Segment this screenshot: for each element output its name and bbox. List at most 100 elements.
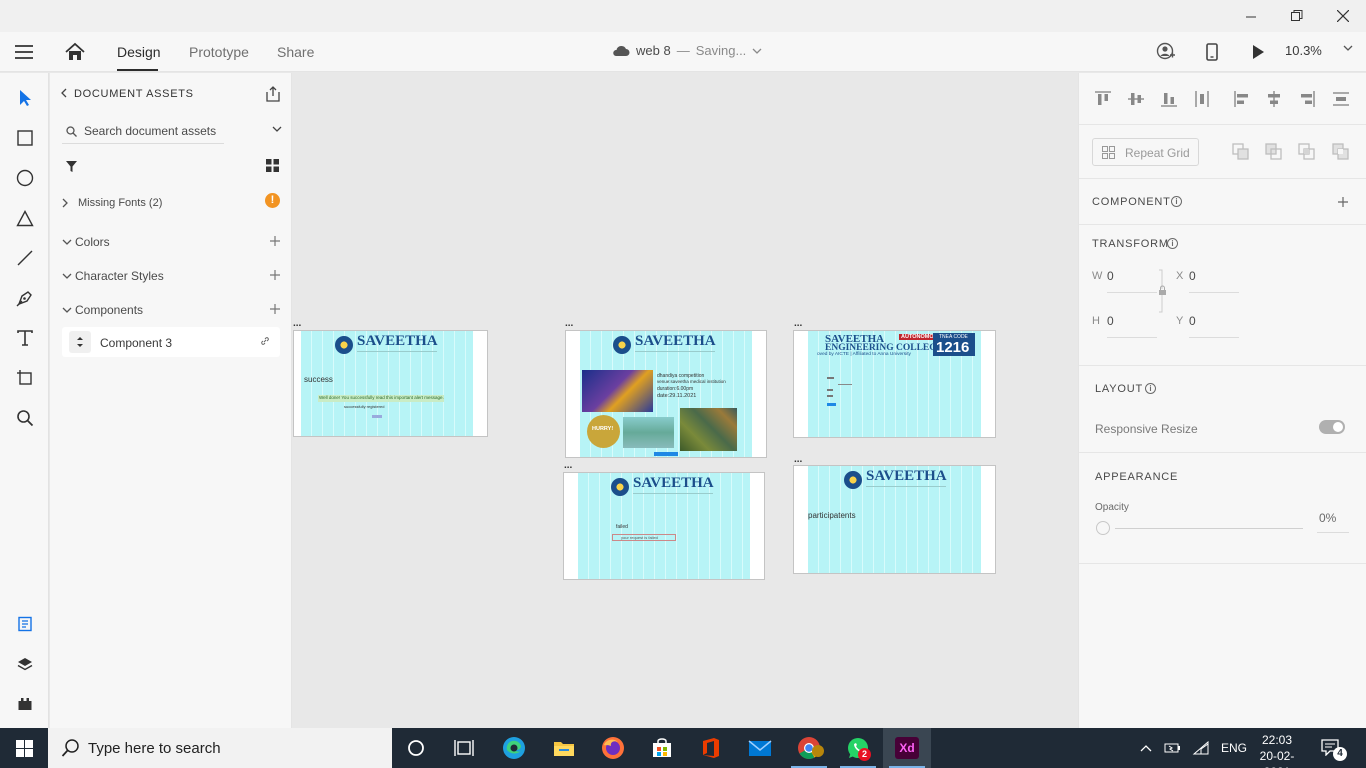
y-field[interactable]: 0 [1189,314,1196,328]
system-clock[interactable]: 22:03 20-02-2021 [1247,732,1307,768]
align-middle-icon[interactable] [1127,90,1145,108]
zoom-chevron-icon[interactable] [1343,45,1353,51]
ellipse-tool[interactable] [14,167,36,189]
grid-view-icon[interactable] [266,159,279,172]
action-center-button[interactable]: 4 [1320,738,1347,761]
battery-plug-icon[interactable] [1164,741,1182,755]
artboard-success[interactable]: SAVEETHA success Well done! You successf… [293,330,488,437]
colors-section[interactable]: Colors [62,233,110,251]
artboard-handle[interactable]: ... [564,460,572,471]
task-view-button[interactable] [440,728,488,768]
whatsapp-app[interactable]: 2 [834,728,882,768]
assets-panel-toggle[interactable] [14,613,36,635]
add-color-icon[interactable] [269,235,281,247]
add-component-icon[interactable] [269,303,281,315]
filter-icon[interactable] [65,160,78,173]
boolean-exclude-icon[interactable] [1332,143,1350,161]
close-button[interactable] [1320,0,1366,32]
artboard-handle[interactable]: ... [794,454,802,465]
artboard-participants[interactable]: SAVEETHA participatents [793,465,996,574]
artboard-tool[interactable] [14,367,36,389]
chevron-left-icon[interactable] [60,88,68,98]
minimize-button[interactable] [1228,0,1274,32]
align-top-icon[interactable] [1094,90,1112,108]
align-center-icon[interactable] [1265,90,1283,108]
artboard-failed[interactable]: SAVEETHA failed your request is failed [563,472,765,580]
boolean-intersect-icon[interactable] [1298,143,1316,161]
assets-search[interactable]: Search document assets [62,119,224,144]
align-bottom-icon[interactable] [1160,90,1178,108]
artboard-event[interactable]: SAVEETHA dhandiya competition venue:save… [565,330,767,458]
components-section[interactable]: Components [62,301,143,319]
tab-prototype[interactable]: Prototype [189,44,249,60]
mail-app[interactable] [736,728,784,768]
edge-app[interactable] [490,728,538,768]
artboard-handle[interactable]: ... [794,318,802,329]
align-left-icon[interactable] [1233,90,1251,108]
artboard-handle[interactable]: ... [293,318,301,329]
x-field[interactable]: 0 [1189,269,1196,283]
pen-tool[interactable] [14,287,36,309]
boolean-subtract-icon[interactable] [1265,143,1283,161]
text-tool[interactable] [14,327,36,349]
component-list-item[interactable]: Component 3 [62,327,280,357]
device-preview-icon[interactable] [1202,42,1222,62]
opacity-value[interactable]: 0% [1319,511,1336,525]
info-icon[interactable]: i [1171,196,1182,207]
chevron-down-icon [752,48,762,54]
chevron-right-icon [62,198,68,208]
info-icon[interactable]: i [1167,238,1178,249]
lock-aspect-icon[interactable] [1158,269,1168,313]
start-button[interactable] [0,728,48,768]
width-field[interactable]: 0 [1107,269,1114,283]
character-styles-section[interactable]: Character Styles [62,267,164,285]
taskbar-search[interactable]: Type here to search [48,728,392,768]
artboard-college[interactable]: SAVEETHA AUTONOMOUS ENGINEERING COLLEGE … [793,330,996,438]
export-icon[interactable] [264,85,282,103]
wifi-icon[interactable] [1192,741,1210,755]
home-icon[interactable] [64,42,86,62]
cortana-button[interactable] [392,728,440,768]
distribute-horizontal-icon[interactable] [1332,90,1350,108]
height-field[interactable]: 0 [1107,314,1114,328]
chevron-down-icon[interactable] [272,126,282,132]
responsive-resize-toggle[interactable] [1319,420,1345,434]
chevron-up-icon[interactable] [1140,744,1152,752]
repeat-grid-button[interactable]: Repeat Grid [1092,138,1199,166]
polygon-tool[interactable] [14,207,36,229]
add-component-icon[interactable] [1337,196,1349,208]
zoom-tool[interactable] [14,407,36,429]
play-icon[interactable] [1248,42,1268,62]
layers-panel-toggle[interactable] [14,653,36,675]
hamburger-menu-icon[interactable] [14,44,34,60]
tab-share[interactable]: Share [277,44,314,60]
language-indicator[interactable]: ENG [1221,741,1247,755]
store-app[interactable] [638,728,686,768]
chrome-app[interactable] [785,728,833,768]
artboard-handle[interactable]: ... [565,318,573,329]
info-icon[interactable]: i [1145,383,1156,394]
file-explorer-app[interactable] [540,728,588,768]
document-title[interactable]: web 8 — Saving... [612,43,762,58]
restore-button[interactable] [1274,0,1320,32]
office-app[interactable] [687,728,735,768]
add-character-style-icon[interactable] [269,269,281,281]
rectangle-tool[interactable] [14,127,36,149]
opacity-slider-handle[interactable] [1096,521,1110,535]
link-icon[interactable] [260,336,270,346]
plugins-panel-toggle[interactable] [14,693,36,715]
design-canvas[interactable]: ... SAVEETHA success Well done! You succ… [293,73,1077,728]
opacity-slider-track[interactable] [1115,528,1303,529]
share-user-icon[interactable] [1156,42,1176,62]
distribute-vertical-icon[interactable] [1193,90,1211,108]
adobe-xd-app[interactable]: Xd [883,728,931,768]
tab-design[interactable]: Design [117,44,161,60]
select-tool[interactable] [14,87,36,109]
missing-fonts-row[interactable]: Missing Fonts (2) [62,194,162,212]
zoom-level[interactable]: 10.3% [1285,43,1322,58]
active-tab-indicator [117,69,158,71]
firefox-app[interactable] [589,728,637,768]
align-right-icon[interactable] [1298,90,1316,108]
boolean-add-icon[interactable] [1232,143,1250,161]
line-tool[interactable] [14,247,36,269]
